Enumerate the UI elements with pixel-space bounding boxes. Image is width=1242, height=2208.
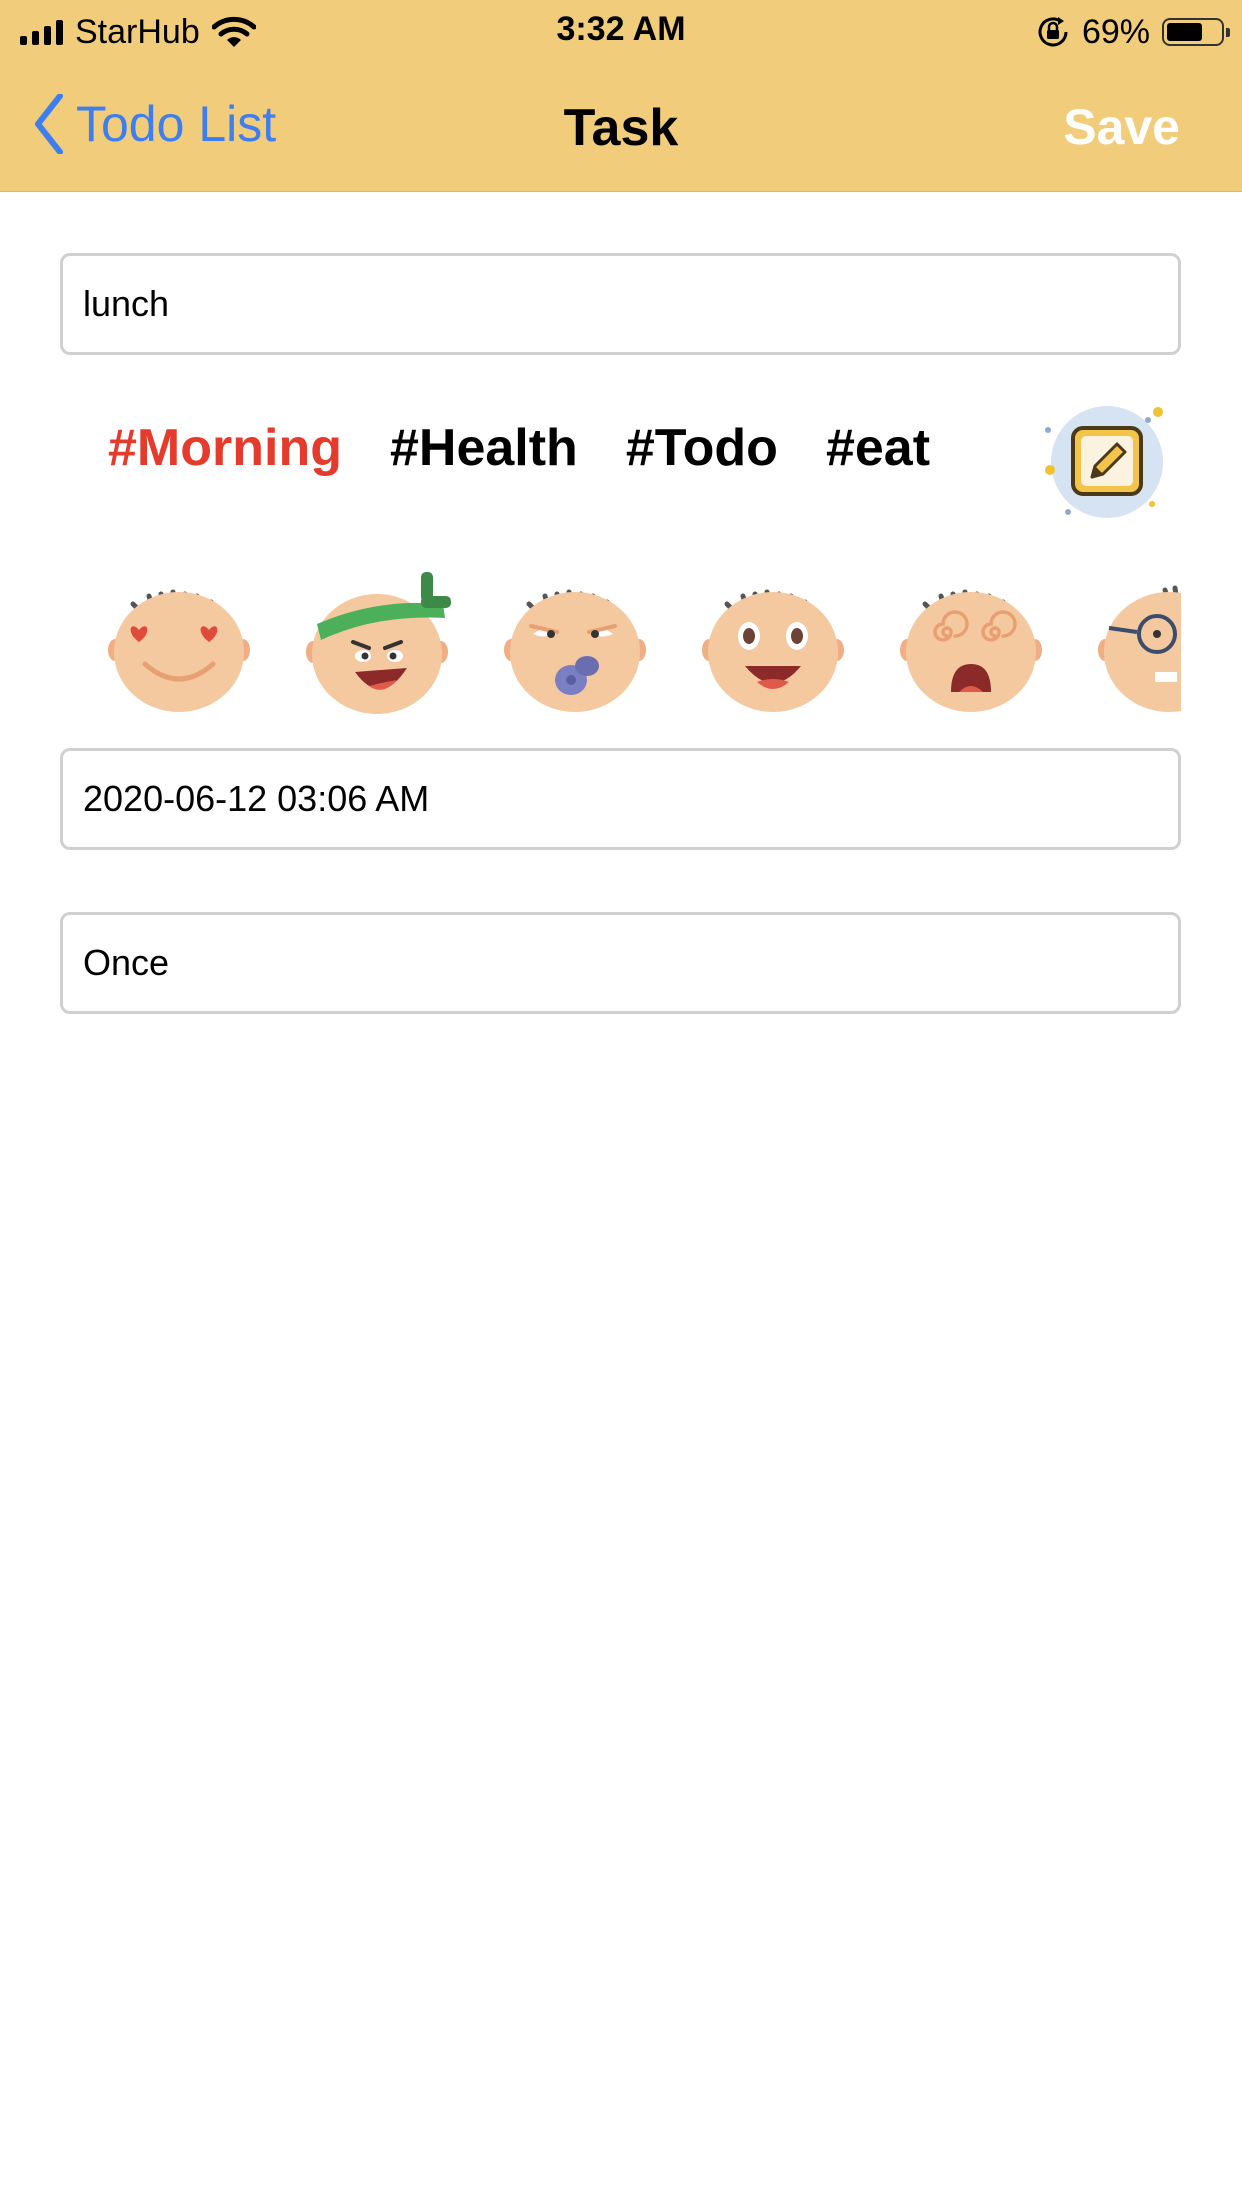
repeat-field-box <box>60 912 1181 1014</box>
task-name-field-box <box>60 253 1181 355</box>
pacifier-face-icon[interactable] <box>501 568 649 718</box>
rotation-lock-icon <box>1038 17 1068 47</box>
battery-icon <box>1162 18 1230 46</box>
battery-percent: 69% <box>1081 12 1150 51</box>
datetime-input[interactable] <box>83 751 1153 847</box>
task-name-input[interactable] <box>83 256 1153 352</box>
tag-morning[interactable]: #Morning <box>108 418 342 478</box>
glasses-face-icon[interactable] <box>1095 568 1181 718</box>
tag-list: #Morning #Health #Todo #eat <box>108 408 930 488</box>
repeat-input[interactable] <box>83 915 1153 1011</box>
tag-eat[interactable]: #eat <box>826 418 930 478</box>
battery-nub <box>1226 28 1230 37</box>
edit-tags-button[interactable] <box>1040 400 1170 522</box>
navigation-bar: Todo List Task Save <box>0 64 1242 192</box>
headband-face-icon[interactable] <box>303 568 451 718</box>
dizzy-face-icon[interactable] <box>897 568 1045 718</box>
heart-eyes-face-icon[interactable] <box>105 568 253 718</box>
pencil-icon <box>1071 426 1143 496</box>
status-right: 69% <box>1036 12 1230 52</box>
save-button[interactable]: Save <box>1063 98 1180 156</box>
status-bar: StarHub 3:32 AM 69% <box>0 0 1242 64</box>
datetime-field-box <box>60 748 1181 850</box>
tag-todo[interactable]: #Todo <box>626 418 778 478</box>
page-title: Task <box>563 99 679 157</box>
tag-health[interactable]: #Health <box>390 418 578 478</box>
surprised-face-icon[interactable] <box>699 568 847 718</box>
emoji-picker <box>105 568 1181 718</box>
battery-fill <box>1167 23 1202 41</box>
